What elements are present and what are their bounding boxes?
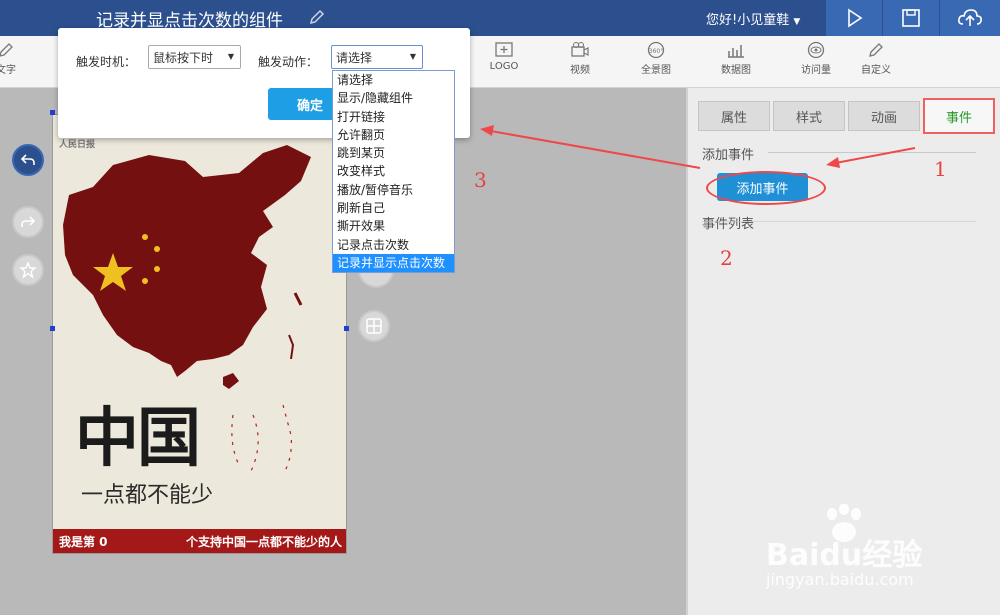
dropdown-option[interactable]: 显示/隐藏组件 — [333, 89, 454, 107]
dropdown-option[interactable]: 改变样式 — [333, 162, 454, 180]
trigger-time-value: 鼠标按下时 — [153, 50, 214, 65]
dropdown-option[interactable]: 撕开效果 — [333, 217, 454, 235]
chevron-down-icon: ▼ — [409, 52, 416, 61]
dropdown-option[interactable]: 记录点击次数 — [333, 236, 454, 254]
dropdown-option[interactable]: 允许翻页 — [333, 126, 454, 144]
trigger-time-label: 触发时机： — [76, 55, 137, 69]
trigger-action-select[interactable]: 请选择 ▼ — [331, 45, 423, 69]
dropdown-option[interactable]: 刷新自己 — [333, 199, 454, 217]
watermark-url: jingyan.baidu.com — [766, 570, 914, 589]
trigger-action-label: 触发动作： — [258, 55, 319, 69]
dropdown-option-selected[interactable]: 记录并显示点击次数 — [333, 253, 454, 273]
trigger-action-value: 请选择 — [336, 50, 373, 65]
watermark-brand: Baidu经验 — [766, 538, 923, 573]
dropdown-option[interactable]: 打开链接 — [333, 108, 454, 126]
chevron-down-icon: ▼ — [227, 52, 234, 61]
dropdown-option[interactable]: 请选择 — [333, 71, 454, 89]
action-dropdown-list: 请选择 显示/隐藏组件 打开链接 允许翻页 跳到某页 改变样式 播放/暂停音乐 … — [332, 70, 455, 273]
trigger-time-select[interactable]: 鼠标按下时 ▼ — [148, 45, 241, 69]
dropdown-option[interactable]: 播放/暂停音乐 — [333, 181, 454, 199]
dropdown-option[interactable]: 跳到某页 — [333, 144, 454, 162]
